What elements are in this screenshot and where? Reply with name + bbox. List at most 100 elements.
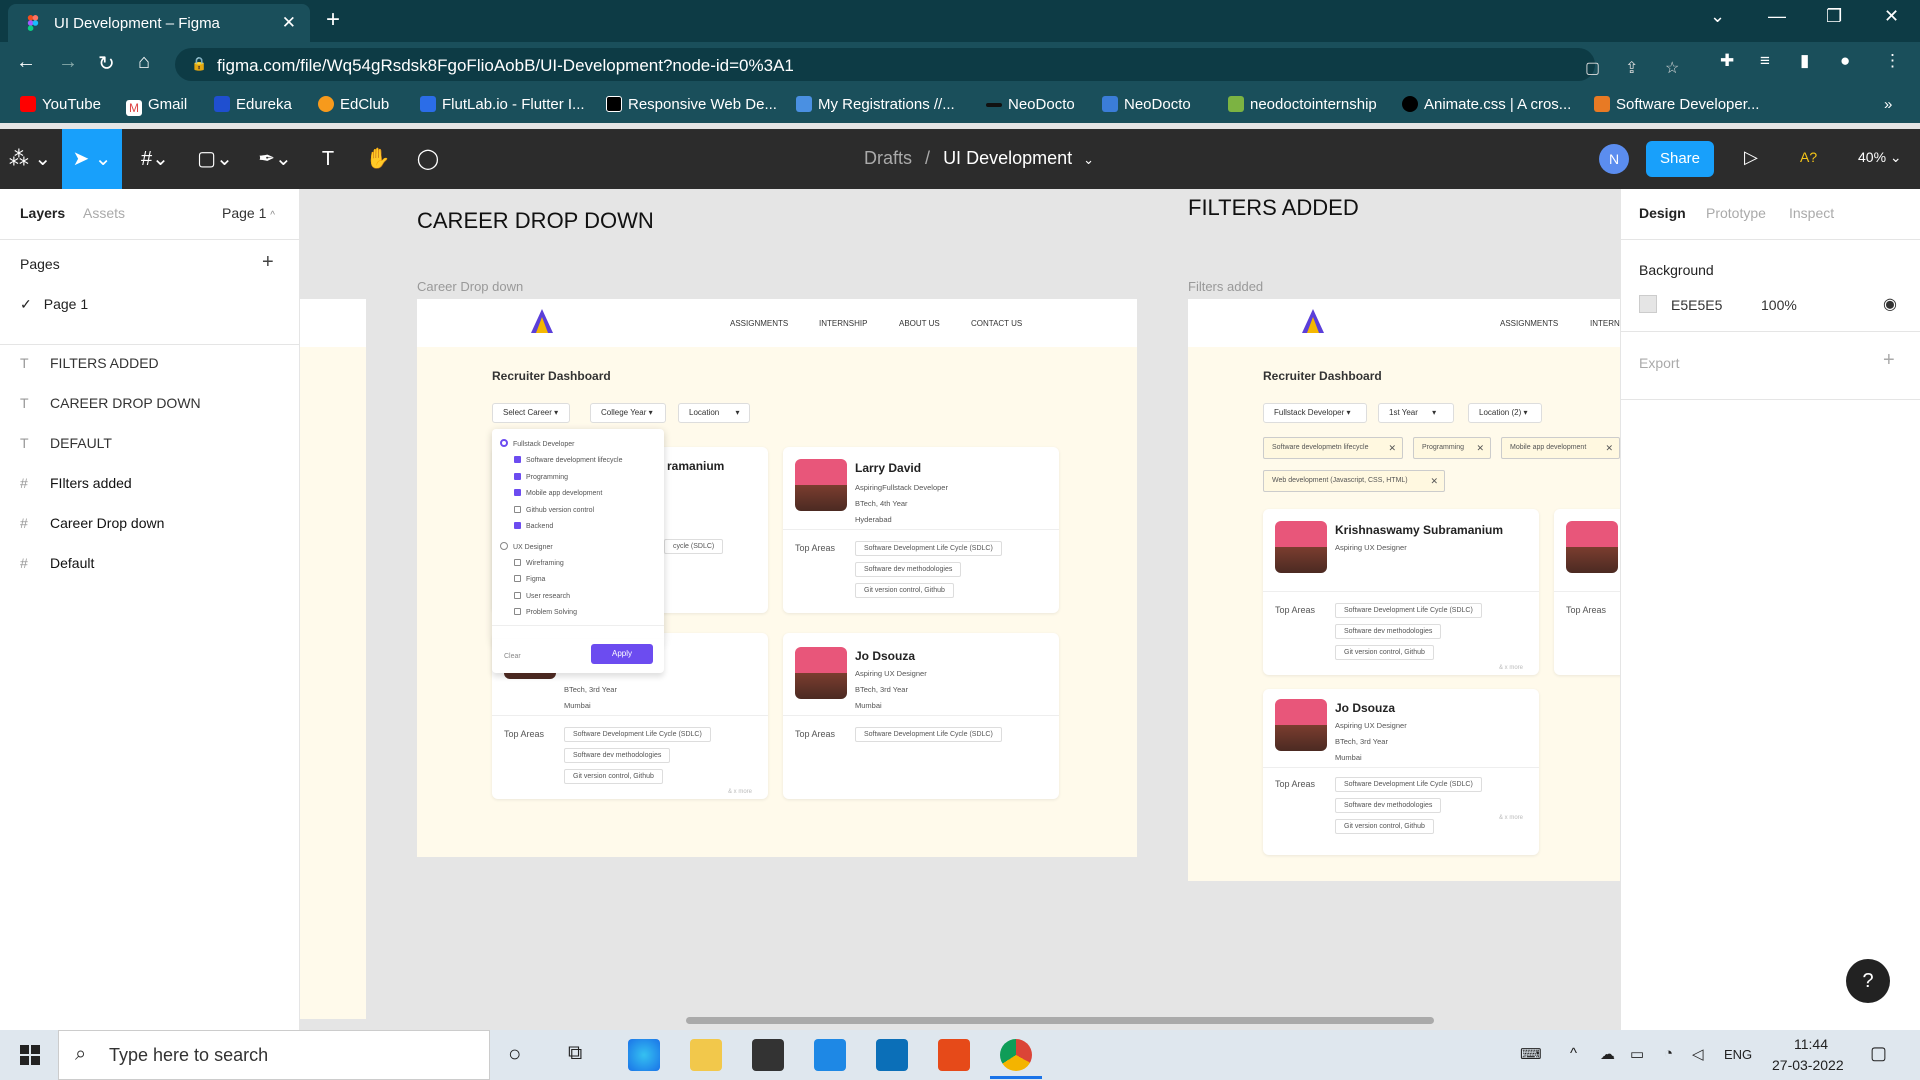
close-window-icon[interactable]: ✕ (1884, 6, 1899, 27)
comment-tool-button[interactable]: ◯ (408, 129, 448, 189)
layer-frame-career-drop-down[interactable]: # Career Drop down (20, 515, 164, 531)
help-button[interactable]: ? (1846, 959, 1890, 1003)
clock-time[interactable]: 11:44 (1794, 1036, 1828, 1052)
apply-button[interactable]: Apply (591, 644, 653, 664)
filter-chip[interactable]: Software developmetn lifecycle ✕ (1263, 437, 1403, 459)
layer-text-career-drop-down[interactable]: T CAREER DROP DOWN (20, 395, 201, 411)
nav-contact-us[interactable]: CONTACT US (971, 319, 1022, 328)
canvas[interactable]: CAREER DROP DOWN FILTERS ADDED Career Dr… (300, 189, 1620, 1030)
missing-fonts-indicator[interactable]: A? (1800, 149, 1817, 165)
radio-fullstack-developer[interactable]: Fullstack Developer (500, 439, 574, 448)
location-dropdown[interactable]: Location (2) ▾ (1468, 403, 1542, 423)
frame-label-career[interactable]: Career Drop down (417, 279, 523, 294)
cortana-icon[interactable]: ○ (508, 1041, 521, 1067)
zoom-menu[interactable]: 40% ⌄ (1858, 149, 1902, 166)
bookmark-flutlab[interactable]: FlutLab.io - Flutter I... (420, 96, 585, 113)
tab-assets[interactable]: Assets (83, 205, 125, 221)
nav-internship[interactable]: INTERN (1590, 319, 1620, 328)
default-frame-partial[interactable] (300, 299, 366, 1019)
layer-frame-filters-added[interactable]: # FIlters added (20, 475, 132, 491)
filter-chip[interactable]: Mobile app development ✕ (1501, 437, 1620, 459)
close-icon[interactable]: ✕ (1476, 438, 1484, 458)
tab-layers[interactable]: Layers (20, 205, 65, 221)
clock-date[interactable]: 27-03-2022 (1772, 1057, 1844, 1073)
more-bookmarks-icon[interactable]: » (1884, 96, 1892, 113)
new-tab-icon[interactable]: + (326, 6, 340, 34)
keyboard-icon[interactable]: ⌨ (1520, 1045, 1542, 1063)
store-icon[interactable] (752, 1039, 784, 1071)
battery-icon[interactable]: ▭ (1630, 1045, 1644, 1063)
bookmark-responsive-web[interactable]: Responsive Web De... (606, 96, 777, 113)
dell-icon[interactable] (876, 1039, 908, 1071)
bookmark-star-icon[interactable]: ☆ (1665, 58, 1679, 78)
background-hex-input[interactable]: E5E5E5 (1671, 297, 1722, 313)
close-icon[interactable]: ✕ (1388, 438, 1396, 458)
checkbox-option[interactable]: Wireframing (514, 559, 564, 567)
checkbox-option[interactable]: Figma (514, 575, 545, 583)
browser-tab[interactable]: UI Development – Figma ✕ (8, 4, 310, 42)
chrome-icon[interactable] (1000, 1039, 1032, 1071)
edge-icon[interactable] (628, 1039, 660, 1071)
checkbox-option[interactable]: Mobile app development (514, 489, 602, 497)
task-view-icon[interactable]: ⧉ (568, 1042, 582, 1065)
text-tool-button[interactable]: T (310, 129, 346, 189)
add-page-icon[interactable]: + (262, 251, 274, 274)
hand-tool-button[interactable]: ✋ (358, 129, 398, 189)
tab-design[interactable]: Design (1639, 205, 1686, 221)
bookmark-software-developer[interactable]: Software Developer... (1594, 96, 1759, 113)
checkbox-option[interactable]: User research (514, 592, 570, 600)
page-selector[interactable]: Page 1 ^ (222, 205, 275, 221)
tab-search-chevron-icon[interactable]: ⌄ (1710, 6, 1725, 27)
bookmark-gmail[interactable]: M Gmail (126, 96, 187, 116)
bookmark-neodocto-1[interactable]: NeoDocto (986, 96, 1075, 113)
side-panel-icon[interactable]: ▮ (1800, 51, 1809, 71)
tab-inspect[interactable]: Inspect (1789, 205, 1834, 221)
select-career-dropdown[interactable]: Select Career ▾ (492, 403, 570, 423)
close-icon[interactable]: ✕ (1605, 438, 1613, 458)
tab-prototype[interactable]: Prototype (1706, 205, 1766, 221)
nav-internship[interactable]: INTERNSHIP (819, 319, 867, 328)
nav-assignments[interactable]: ASSIGNMENTS (1500, 319, 1558, 328)
bookmark-edclub[interactable]: EdClub (318, 96, 389, 113)
present-icon[interactable]: ▷ (1744, 147, 1758, 168)
page-item-page-1[interactable]: ✓ Page 1 (20, 296, 88, 313)
background-opacity-input[interactable]: 100% (1761, 297, 1797, 313)
file-name[interactable]: UI Development (943, 148, 1072, 168)
layer-frame-default[interactable]: # Default (20, 555, 94, 571)
frame-filters-added[interactable]: ASSIGNMENTS INTERN Recruiter Dashboard F… (1188, 299, 1620, 881)
location-dropdown[interactable]: Location ▾ (678, 403, 750, 423)
chevron-up-icon[interactable]: ^ (1570, 1045, 1577, 1062)
layer-text-default[interactable]: T DEFAULT (20, 435, 112, 451)
checkbox-option[interactable]: Software development lifecycle (514, 456, 623, 464)
pen-tool-button[interactable]: ✒⌄ (250, 129, 300, 189)
taskbar-search-box[interactable]: ⌕ Type here to search (58, 1030, 490, 1080)
avatar[interactable]: N (1599, 144, 1629, 174)
lock-icon[interactable]: 🔒 (191, 56, 207, 72)
move-tool-button[interactable]: ➤ ⌄ (62, 129, 122, 189)
media-icon[interactable]: ≡ (1760, 51, 1770, 71)
heading-filters-added[interactable]: FILTERS ADDED (1188, 195, 1359, 221)
layer-text-filters-added[interactable]: T FILTERS ADDED (20, 355, 159, 371)
notifications-icon[interactable]: ▢ (1870, 1043, 1887, 1064)
nav-about-us[interactable]: ABOUT US (899, 319, 940, 328)
candidate-card[interactable]: Krishnaswamy Subramanium Aspiring UX Des… (1263, 509, 1539, 675)
frame-career-drop-down[interactable]: ASSIGNMENTS INTERNSHIP ABOUT US CONTACT … (417, 299, 1137, 857)
windows-start-icon[interactable] (20, 1045, 40, 1065)
clipboard-icon[interactable]: ▢ (1585, 58, 1600, 78)
close-icon[interactable]: ✕ (1430, 471, 1438, 491)
share-page-icon[interactable]: ⇪ (1625, 58, 1638, 78)
forward-icon[interactable]: → (58, 51, 78, 74)
profile-icon[interactable]: ● (1840, 51, 1850, 71)
add-export-icon[interactable]: + (1883, 349, 1895, 372)
frame-label-filters[interactable]: Filters added (1188, 279, 1263, 294)
mail-icon[interactable] (814, 1039, 846, 1071)
main-menu-button[interactable]: ⁂ ⌄ (0, 129, 60, 189)
candidate-card[interactable]: Jo Dsouza Aspiring UX Designer BTech, 3r… (1263, 689, 1539, 855)
checkbox-option[interactable]: Problem Solving (514, 608, 577, 616)
file-explorer-icon[interactable] (690, 1039, 722, 1071)
minimize-icon[interactable]: — (1768, 6, 1786, 27)
heading-career-drop-down[interactable]: CAREER DROP DOWN (417, 208, 654, 234)
url-bar[interactable]: 🔒 figma.com/file/Wq54gRsdsk8FgoFlioAobB/… (175, 48, 1679, 81)
career-dropdown[interactable]: Fullstack Developer ▾ (1263, 403, 1367, 423)
frame-tool-button[interactable]: #⌄ (130, 129, 180, 189)
